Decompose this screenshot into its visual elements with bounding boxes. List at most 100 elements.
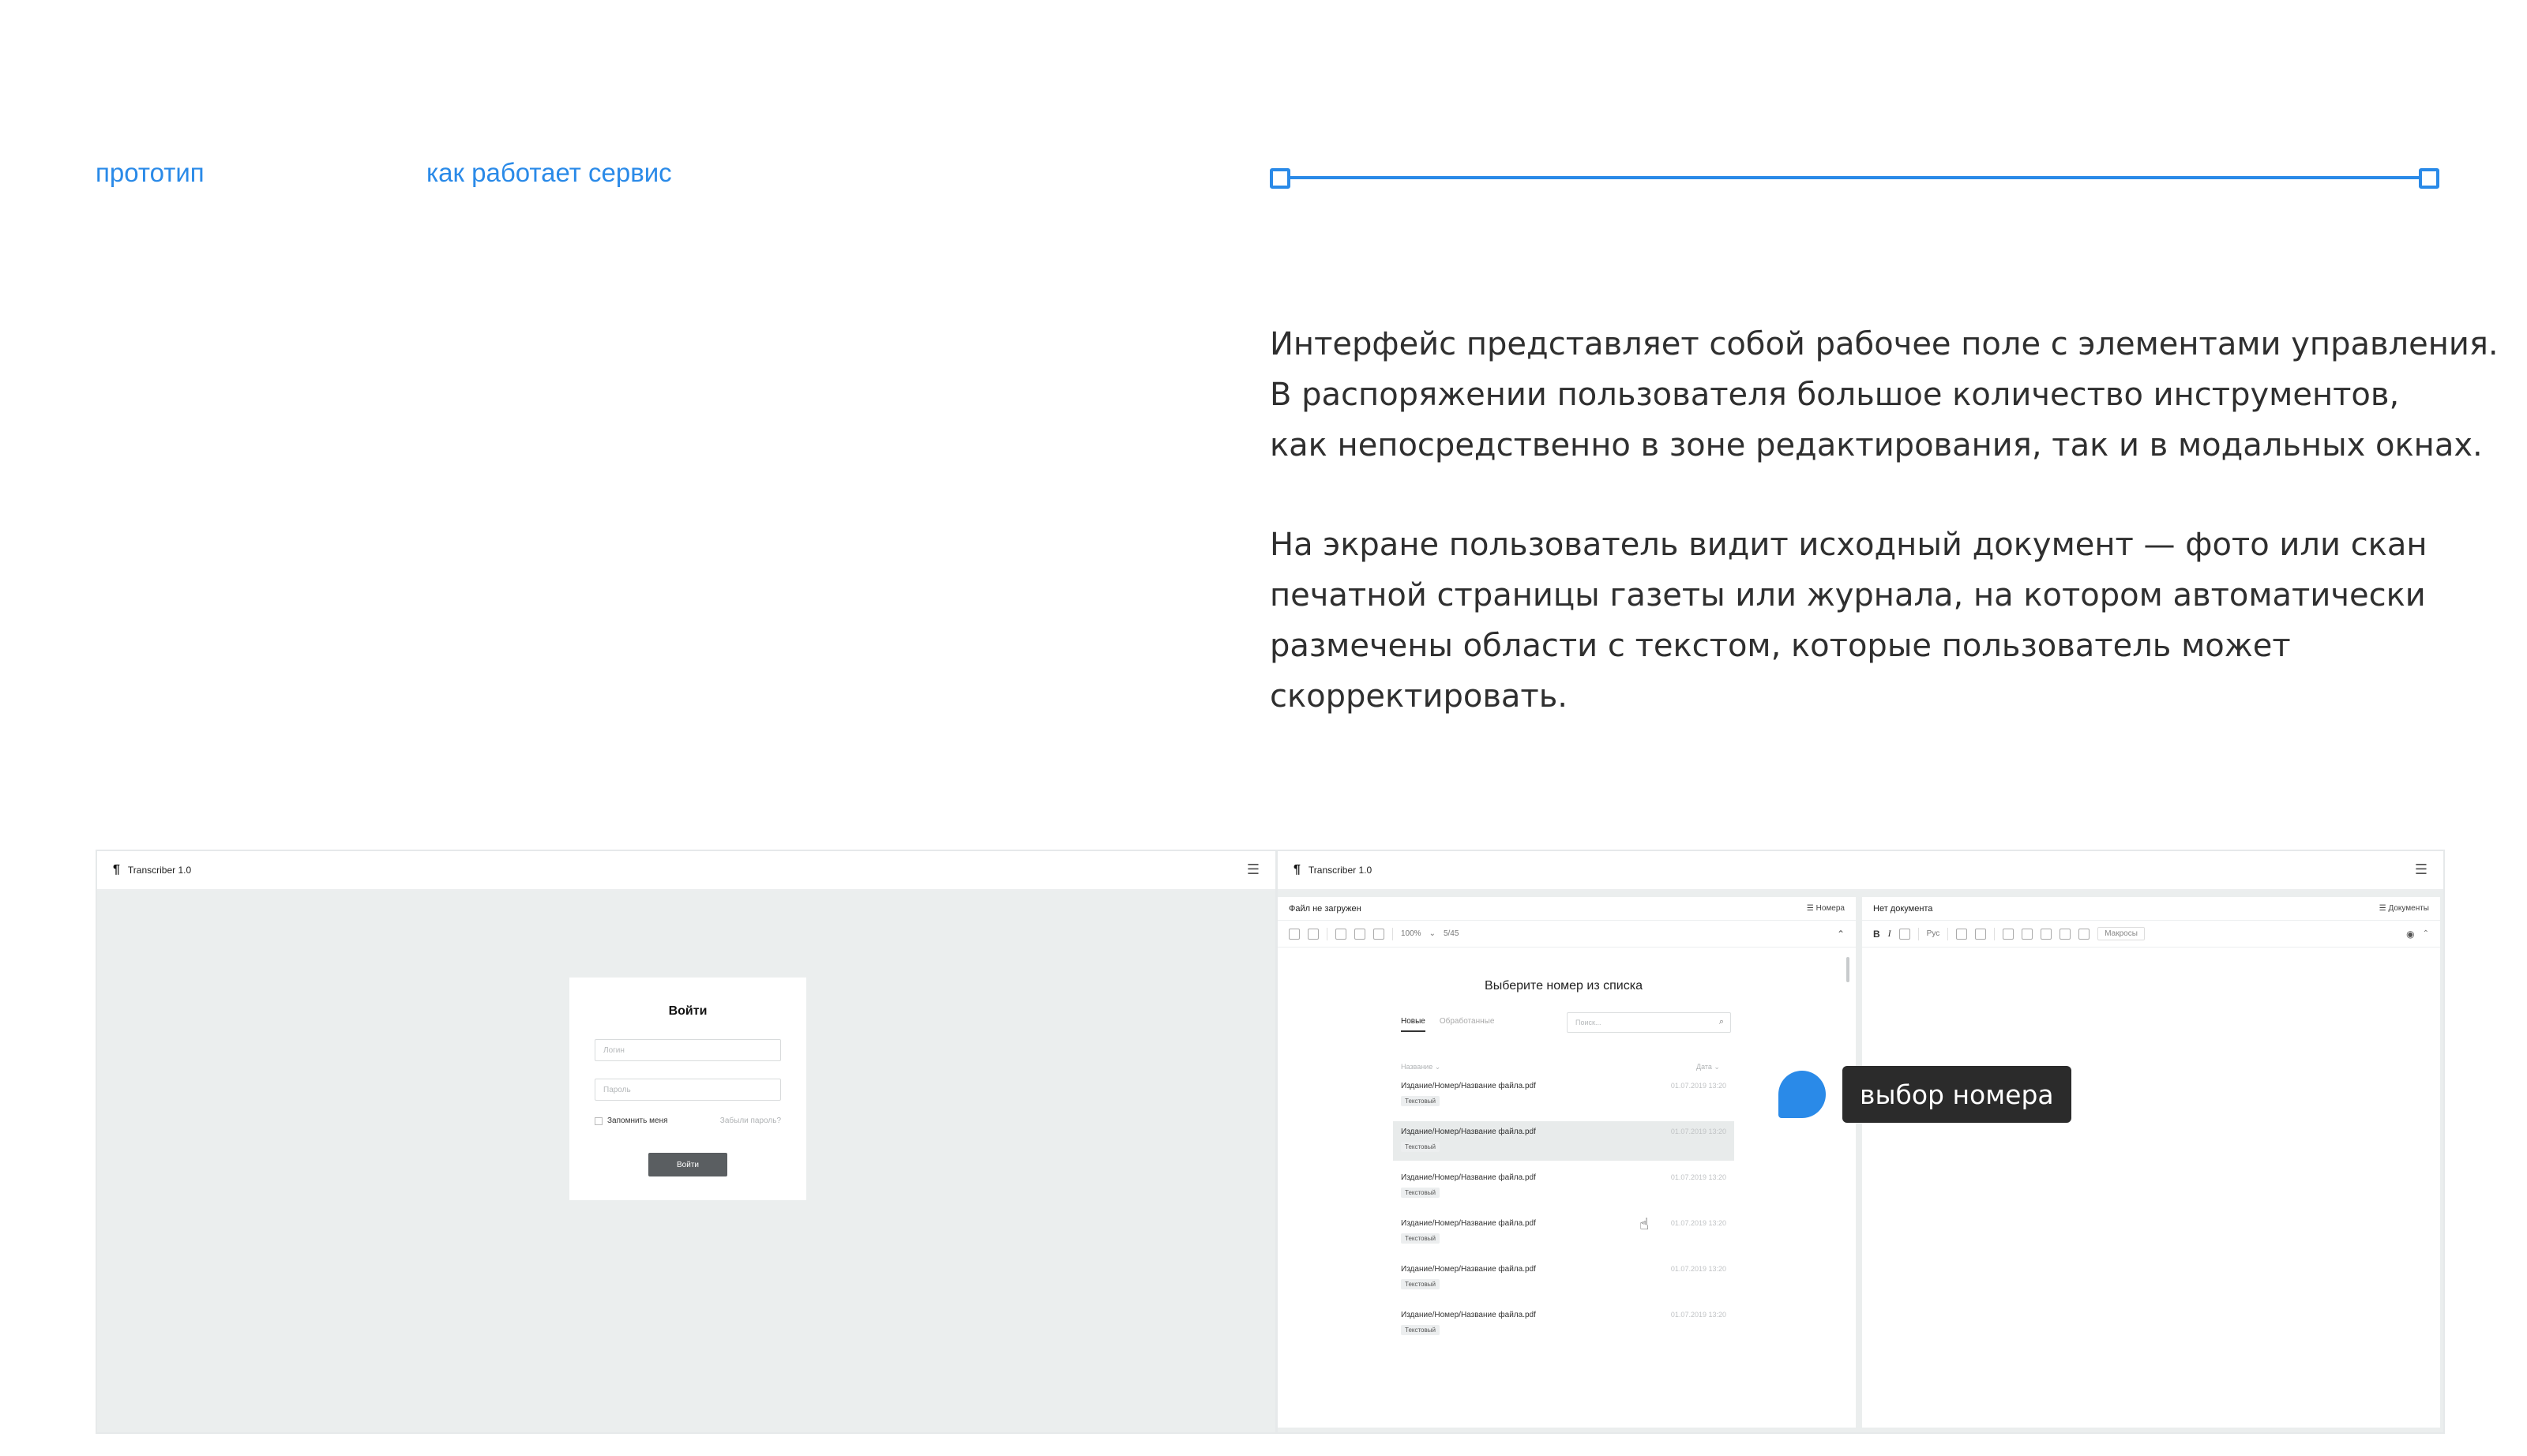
row-type-badge: Текстовый (1401, 1096, 1440, 1106)
description-line: На экране пользователь видит исходный до… (1270, 527, 2427, 563)
description-paragraph-2: На экране пользователь видит исходный до… (1270, 520, 2502, 722)
more-icon[interactable] (2078, 928, 2090, 940)
row-type-badge: Текстовый (1401, 1279, 1440, 1289)
document-pane-header: Нет документа ☰ Документы (1862, 897, 2440, 921)
zoom-select[interactable]: 100% (1401, 929, 1421, 938)
toolbar-separator (1947, 927, 1949, 940)
prototype-link[interactable]: прототип (96, 158, 205, 188)
row-date: 01.07.2019 13:20 (1670, 1265, 1726, 1273)
tab-processed[interactable]: Обработанные (1440, 1017, 1495, 1032)
toolbar-separator (1917, 927, 1919, 940)
case-icon[interactable] (2041, 928, 2052, 940)
search-input[interactable]: Поиск... ⌕ (1567, 1012, 1731, 1033)
hand-icon[interactable] (1308, 928, 1319, 940)
page-counter: 5/45 (1443, 929, 1459, 938)
app-header: ¶ Transcriber 1.0 ☰ (97, 851, 1275, 891)
choose-issue-heading: Выберите номер из списка (1485, 979, 1643, 993)
app-title: Transcriber 1.0 (1308, 865, 1372, 876)
document-pane: Нет документа ☰ Документы B I Рус Макрос… (1862, 897, 2440, 1428)
zoom-fit-icon[interactable] (1373, 928, 1384, 940)
chevron-up-icon[interactable]: ⌃ (1837, 929, 1845, 940)
chevron-down-icon: ⌄ (1429, 929, 1436, 938)
forgot-password-link[interactable]: Забыли пароль? (720, 1116, 781, 1125)
how-it-works-link[interactable]: как работает сервис (426, 158, 672, 188)
description-line: как непосредственно в зоне редактировани… (1270, 427, 2483, 463)
login-background: Войти Логин Пароль Запомнить меня Забыли… (97, 891, 1275, 1432)
zoom-in-icon[interactable] (1354, 928, 1365, 940)
login-title: Войти (668, 1004, 708, 1018)
app-screenshot: ¶ Transcriber 1.0 ☰ Файл не загружен ☰ Н… (1276, 850, 2445, 1434)
row-file-name: Издание/Номер/Название файла.pdf (1401, 1082, 1536, 1090)
documents-button[interactable]: ☰ Документы (2379, 904, 2429, 913)
column-name-header[interactable]: Название ⌄ (1401, 1063, 1440, 1071)
language-select[interactable]: Рус (1927, 929, 1940, 938)
login-submit-button[interactable]: Войти (648, 1153, 727, 1176)
column-date-header[interactable]: Дата ⌄ (1696, 1063, 1720, 1071)
replace-icon[interactable] (1975, 928, 1987, 940)
annotation-marker (1778, 1071, 1826, 1118)
row-date: 01.07.2019 13:20 (1670, 1128, 1726, 1135)
row-type-badge: Текстовый (1401, 1325, 1440, 1335)
toolbar-separator (1994, 927, 1996, 940)
eye-icon[interactable]: ◉ (2406, 929, 2414, 940)
list-item[interactable]: Издание/Номер/Название файла.pdf 01.07.2… (1393, 1259, 1734, 1298)
app-header: ¶ Transcriber 1.0 ☰ (1278, 851, 2443, 891)
login-screenshot: ¶ Transcriber 1.0 ☰ Войти Логин Пароль З… (96, 850, 1277, 1434)
select-icon[interactable] (1289, 928, 1300, 940)
search-icon[interactable]: ⌕ (1719, 1017, 1724, 1027)
divider-handle-right (2419, 168, 2439, 189)
italic-icon[interactable]: I (1888, 928, 1891, 940)
annotation-tooltip: выбор номера (1842, 1066, 2071, 1123)
menu-icon[interactable]: ☰ (1247, 862, 1260, 876)
divider-handle-left (1270, 168, 1290, 189)
row-file-name: Издание/Номер/Название файла.pdf (1401, 1173, 1536, 1182)
tab-new[interactable]: Новые (1401, 1017, 1425, 1032)
row-file-name: Издание/Номер/Название файла.pdf (1401, 1128, 1536, 1136)
issues-pane: Файл не загружен ☰ Номера 100% ⌄ 5/45 ⌃ … (1278, 897, 1856, 1428)
app-title: Transcriber 1.0 (127, 865, 192, 876)
remember-checkbox[interactable] (595, 1116, 603, 1125)
row-file-name: Издание/Номер/Название файла.pdf (1401, 1311, 1536, 1319)
viewer-toolbar: 100% ⌄ 5/45 ⌃ (1278, 921, 1856, 948)
menu-icon[interactable]: ☰ (2415, 862, 2427, 876)
code-icon[interactable] (2003, 928, 2014, 940)
macros-button[interactable]: Макросы (2097, 927, 2145, 940)
editor-toolbar: B I Рус Макросы ◉ ⌃ (1862, 921, 2440, 948)
row-type-badge: Текстовый (1401, 1142, 1440, 1152)
list-item[interactable]: Издание/Номер/Название файла.pdf 01.07.2… (1393, 1075, 1734, 1115)
chevron-up-icon[interactable]: ⌃ (2423, 929, 2429, 938)
pilcrow-logo-icon: ¶ (1294, 863, 1301, 876)
row-file-name: Издание/Номер/Название файла.pdf (1401, 1265, 1536, 1274)
list-item[interactable]: Издание/Номер/Название файла.pdf 01.07.2… (1393, 1213, 1734, 1252)
login-field[interactable]: Логин (595, 1039, 781, 1061)
brackets-icon[interactable] (2022, 928, 2033, 940)
remember-me[interactable]: Запомнить меня (595, 1116, 668, 1125)
remember-label: Запомнить меня (607, 1116, 668, 1125)
row-date: 01.07.2019 13:20 (1670, 1082, 1726, 1090)
row-date: 01.07.2019 13:20 (1670, 1173, 1726, 1181)
document-status: Нет документа (1873, 903, 1933, 914)
description-line: печатной страницы газеты или журнала, на… (1270, 577, 2426, 614)
list-item[interactable]: Издание/Номер/Название файла.pdf 01.07.2… (1393, 1304, 1734, 1344)
zoom-out-icon[interactable] (1335, 928, 1346, 940)
list-item[interactable]: Издание/Номер/Название файла.pdf 01.07.2… (1393, 1167, 1734, 1206)
description-paragraph-1: Интерфейс представляет собой рабочее пол… (1270, 319, 2502, 471)
row-type-badge: Текстовый (1401, 1233, 1440, 1244)
issues-button[interactable]: ☰ Номера (1807, 904, 1845, 913)
description-line: скорректировать. (1270, 678, 1568, 715)
bold-icon[interactable]: B (1873, 929, 1880, 940)
description-line: размечены области с текстом, которые пол… (1270, 628, 2291, 664)
list-item-selected[interactable]: Издание/Номер/Название файла.pdf 01.07.2… (1393, 1121, 1734, 1161)
format-icon[interactable] (1956, 928, 1968, 940)
list-icon[interactable] (1898, 928, 1910, 940)
divider-line (1275, 176, 2434, 179)
issue-tabs: Новые Обработанные (1401, 1017, 1494, 1032)
login-card: Войти Логин Пароль Запомнить меня Забыли… (569, 978, 806, 1200)
lowercase-icon[interactable] (2060, 928, 2071, 940)
description-line: Интерфейс представляет собой рабочее пол… (1270, 326, 2499, 362)
password-field[interactable]: Пароль (595, 1079, 781, 1101)
file-status: Файл не загружен (1289, 903, 1361, 914)
search-placeholder: Поиск... (1575, 1019, 1601, 1026)
hand-cursor-icon: ☝ (1639, 1216, 1650, 1233)
row-file-name: Издание/Номер/Название файла.pdf (1401, 1219, 1536, 1228)
